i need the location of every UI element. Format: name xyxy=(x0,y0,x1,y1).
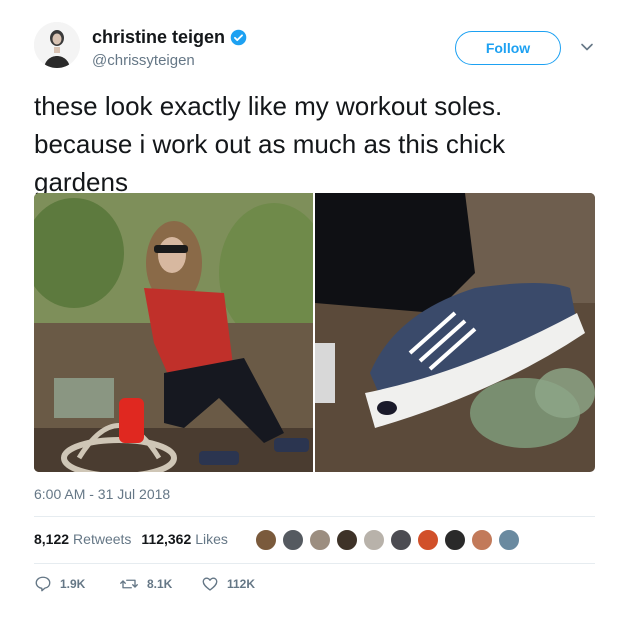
retweet-stat[interactable]: 8,122 Retweets xyxy=(34,531,131,547)
reply-icon xyxy=(35,576,51,592)
media-grid xyxy=(34,193,595,472)
tweet-text: these look exactly like my workout soles… xyxy=(34,87,604,201)
divider xyxy=(34,563,595,564)
action-bar: 1.9K 8.1K 112K xyxy=(34,575,255,593)
liker-avatar[interactable] xyxy=(416,528,440,552)
caret-down-icon[interactable] xyxy=(580,40,594,54)
liker-avatar[interactable] xyxy=(254,528,278,552)
like-count: 112K xyxy=(227,577,256,591)
reply-count: 1.9K xyxy=(60,577,86,591)
tweet-timestamp[interactable]: 6:00 AM - 31 Jul 2018 xyxy=(34,486,170,502)
retweet-button[interactable]: 8.1K xyxy=(119,575,201,593)
tweet-line: because i work out as much as this chick xyxy=(34,129,506,159)
liker-avatar[interactable] xyxy=(281,528,305,552)
likes-stat[interactable]: 112,362 Likes xyxy=(141,531,228,547)
like-icon xyxy=(202,577,218,591)
tweet-card: christine teigen @chrissyteigen Follow t… xyxy=(0,0,630,624)
liker-avatar[interactable] xyxy=(362,528,386,552)
retweet-count: 8.1K xyxy=(147,577,173,591)
photo-gardening[interactable] xyxy=(34,193,329,472)
likes-count: 112,362 xyxy=(141,531,192,547)
liker-avatar[interactable] xyxy=(497,528,521,552)
liker-avatar[interactable] xyxy=(335,528,359,552)
retweets-label: Retweets xyxy=(73,531,132,547)
user-handle[interactable]: @chrissyteigen xyxy=(92,52,195,69)
tweet-line: these look exactly like my workout soles… xyxy=(34,91,503,121)
divider xyxy=(34,516,595,517)
like-button[interactable]: 112K xyxy=(201,575,255,593)
display-name-text: christine teigen xyxy=(92,27,226,47)
tweet-stats: 8,122 Retweets 112,362 Likes xyxy=(34,531,228,547)
liker-avatar[interactable] xyxy=(389,528,413,552)
liker-avatar[interactable] xyxy=(443,528,467,552)
retweets-count: 8,122 xyxy=(34,531,70,547)
liker-avatar[interactable] xyxy=(470,528,494,552)
liker-avatar[interactable] xyxy=(308,528,332,552)
photo-sneaker[interactable] xyxy=(315,193,595,472)
retweet-icon xyxy=(120,579,138,589)
reply-button[interactable]: 1.9K xyxy=(34,575,119,593)
display-name[interactable]: christine teigen xyxy=(92,27,247,48)
likes-label: Likes xyxy=(195,531,228,547)
avatar[interactable] xyxy=(34,22,80,68)
follow-button[interactable]: Follow xyxy=(455,31,561,65)
verified-icon xyxy=(230,29,247,46)
